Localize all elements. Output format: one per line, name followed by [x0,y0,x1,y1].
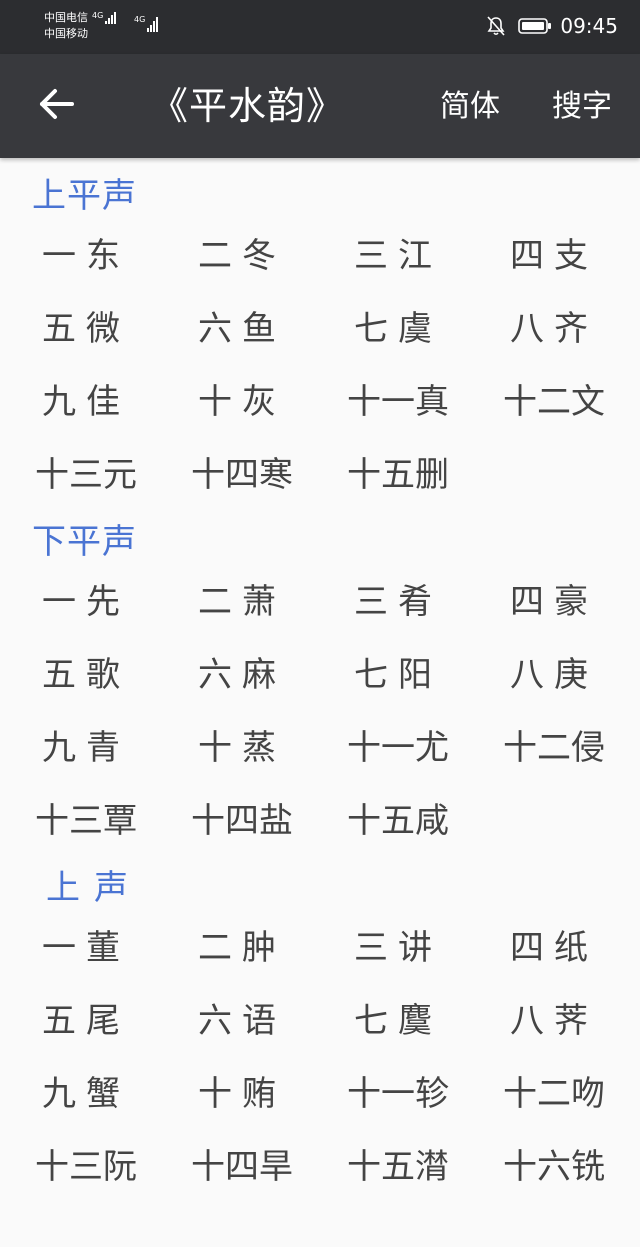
clock: 09:45 [560,14,618,38]
back-button[interactable] [32,84,80,128]
rhyme-item[interactable]: 十灰 [164,372,320,432]
signal-icon-2: 4G [134,16,159,32]
rhyme-item[interactable]: 九蟹 [8,1064,164,1124]
rhyme-item[interactable]: 八庚 [476,645,632,705]
section-title: 下平声 [32,522,137,562]
rhyme-item[interactable]: 六麻 [164,645,320,705]
rhyme-item[interactable]: 七麌 [320,991,476,1051]
rhyme-item[interactable]: 十四寒 [164,445,320,505]
rhyme-item[interactable]: 十四盐 [164,791,320,851]
rhyme-item[interactable]: 十一尤 [320,718,476,778]
rhyme-item[interactable]: 十四旱 [164,1137,320,1197]
rhyme-item[interactable]: 十二文 [476,372,632,432]
rhyme-item[interactable]: 七阳 [320,645,476,705]
rhyme-item[interactable]: 二萧 [164,572,320,632]
network-type-1: 4G [92,11,104,20]
search-char-button[interactable]: 搜字 [552,88,612,126]
carrier-2: 中国移动 [44,27,88,40]
rhyme-item[interactable]: 八荠 [476,991,632,1051]
rhyme-item[interactable]: 四纸 [476,918,632,978]
rhyme-item[interactable]: 十蒸 [164,718,320,778]
rhyme-item[interactable]: 五尾 [8,991,164,1051]
rhyme-item[interactable]: 一先 [8,572,164,632]
rhyme-item[interactable]: 二肿 [164,918,320,978]
rhyme-item[interactable]: 十三元 [8,445,164,505]
section-title: 上平声 [32,176,137,216]
simplified-button[interactable]: 简体 [440,88,500,126]
mute-bell-icon [486,15,506,37]
rhyme-item[interactable]: 十五潸 [320,1137,476,1197]
signal-icon: 4G [92,12,117,24]
rhyme-item[interactable]: 十二吻 [476,1064,632,1124]
rhyme-item[interactable]: 一东 [8,226,164,286]
network-type-2: 4G [134,15,146,24]
rhyme-item[interactable]: 四豪 [476,572,632,632]
rhyme-item[interactable]: 六语 [164,991,320,1051]
rhyme-item[interactable]: 十五删 [320,445,476,505]
rhyme-item[interactable]: 十贿 [164,1064,320,1124]
carrier-info: 中国电信 4G 中国移动 [44,10,117,42]
page-title: 《平水韵》 [150,84,346,128]
rhyme-item[interactable]: 十五咸 [320,791,476,851]
arrow-left-icon [36,86,76,126]
app-bar: 《平水韵》 简体 搜字 [0,54,640,158]
rhyme-item[interactable]: 三江 [320,226,476,286]
rhyme-item[interactable]: 十三阮 [8,1137,164,1197]
carrier-1: 中国电信 [44,11,88,24]
rhyme-item[interactable]: 十一真 [320,372,476,432]
rhyme-item[interactable]: 二冬 [164,226,320,286]
rhyme-item[interactable]: 五微 [8,299,164,359]
rhyme-item[interactable]: 三肴 [320,572,476,632]
rhyme-item[interactable]: 三讲 [320,918,476,978]
rhyme-item[interactable]: 十六铣 [476,1137,632,1197]
rhyme-item[interactable]: 十二侵 [476,718,632,778]
rhyme-item[interactable]: 八齐 [476,299,632,359]
rhyme-item[interactable]: 五歌 [8,645,164,705]
rhyme-item[interactable]: 九青 [8,718,164,778]
rhyme-item[interactable]: 十三覃 [8,791,164,851]
rhyme-item[interactable]: 四支 [476,226,632,286]
rhyme-item[interactable]: 九佳 [8,372,164,432]
rhyme-item[interactable]: 十一轸 [320,1064,476,1124]
section-title: 上声 [46,868,142,908]
rhyme-item[interactable]: 七虞 [320,299,476,359]
rhyme-item[interactable]: 六鱼 [164,299,320,359]
battery-icon [518,17,552,35]
status-bar: 中国电信 4G 中国移动 4G 09:45 [0,0,640,54]
rhyme-item[interactable]: 一董 [8,918,164,978]
